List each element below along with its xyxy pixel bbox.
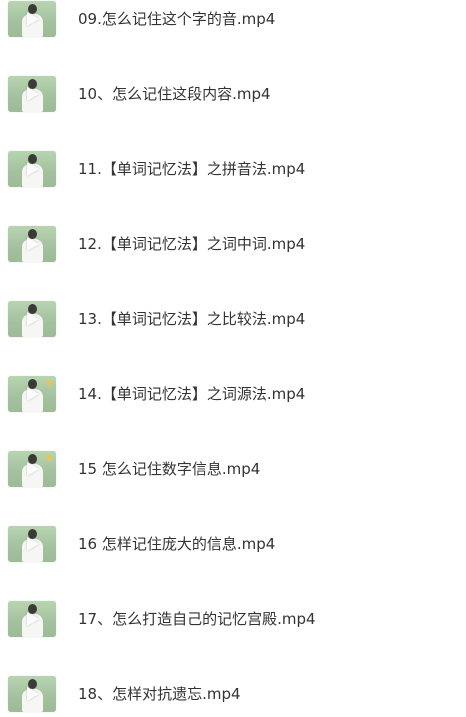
file-list: 09.怎么记住这个字的音.mp4 10、怎么记住这段内容.mp4 11.【单词记… [0, 0, 466, 717]
video-thumbnail-icon[interactable] [8, 601, 56, 637]
file-name[interactable]: 10、怎么记住这段内容.mp4 [78, 84, 271, 104]
file-name[interactable]: 12.【单词记忆法】之词中词.mp4 [78, 234, 305, 254]
file-name[interactable]: 18、怎样对抗遗忘.mp4 [78, 684, 241, 704]
play-icon [27, 162, 39, 176]
file-row[interactable]: 14.【单词记忆法】之词源法.mp4 [0, 375, 466, 415]
play-icon [27, 12, 39, 26]
file-row[interactable]: 10、怎么记住这段内容.mp4 [0, 75, 466, 115]
file-row[interactable]: 13.【单词记忆法】之比较法.mp4 [0, 300, 466, 340]
file-row[interactable]: 15 怎么记住数字信息.mp4 [0, 450, 466, 490]
file-name[interactable]: 15 怎么记住数字信息.mp4 [78, 459, 260, 479]
play-icon [27, 612, 39, 626]
video-thumbnail-icon[interactable] [8, 451, 56, 487]
video-thumbnail-icon[interactable] [8, 376, 56, 412]
play-icon [27, 87, 39, 101]
file-name[interactable]: 14.【单词记忆法】之词源法.mp4 [78, 384, 305, 404]
video-thumbnail-icon[interactable] [8, 151, 56, 187]
play-icon [27, 237, 39, 251]
file-row[interactable]: 12.【单词记忆法】之词中词.mp4 [0, 225, 466, 265]
file-name[interactable]: 17、怎么打造自己的记忆宫殿.mp4 [78, 609, 316, 629]
video-thumbnail-icon[interactable] [8, 676, 56, 712]
file-name[interactable]: 11.【单词记忆法】之拼音法.mp4 [78, 159, 305, 179]
file-row[interactable]: 09.怎么记住这个字的音.mp4 [0, 0, 466, 40]
video-thumbnail-icon[interactable] [8, 1, 56, 37]
play-icon [27, 537, 39, 551]
file-row[interactable]: 11.【单词记忆法】之拼音法.mp4 [0, 150, 466, 190]
video-thumbnail-icon[interactable] [8, 526, 56, 562]
play-icon [27, 387, 39, 401]
video-thumbnail-icon[interactable] [8, 76, 56, 112]
file-row[interactable]: 17、怎么打造自己的记忆宫殿.mp4 [0, 600, 466, 640]
play-icon [27, 687, 39, 701]
play-icon [27, 312, 39, 326]
video-thumbnail-icon[interactable] [8, 226, 56, 262]
file-row[interactable]: 16 怎样记住庞大的信息.mp4 [0, 525, 466, 565]
file-name[interactable]: 09.怎么记住这个字的音.mp4 [78, 9, 275, 29]
file-name[interactable]: 13.【单词记忆法】之比较法.mp4 [78, 309, 305, 329]
video-thumbnail-icon[interactable] [8, 301, 56, 337]
play-icon [27, 462, 39, 476]
file-row[interactable]: 18、怎样对抗遗忘.mp4 [0, 675, 466, 715]
file-name[interactable]: 16 怎样记住庞大的信息.mp4 [78, 534, 275, 554]
